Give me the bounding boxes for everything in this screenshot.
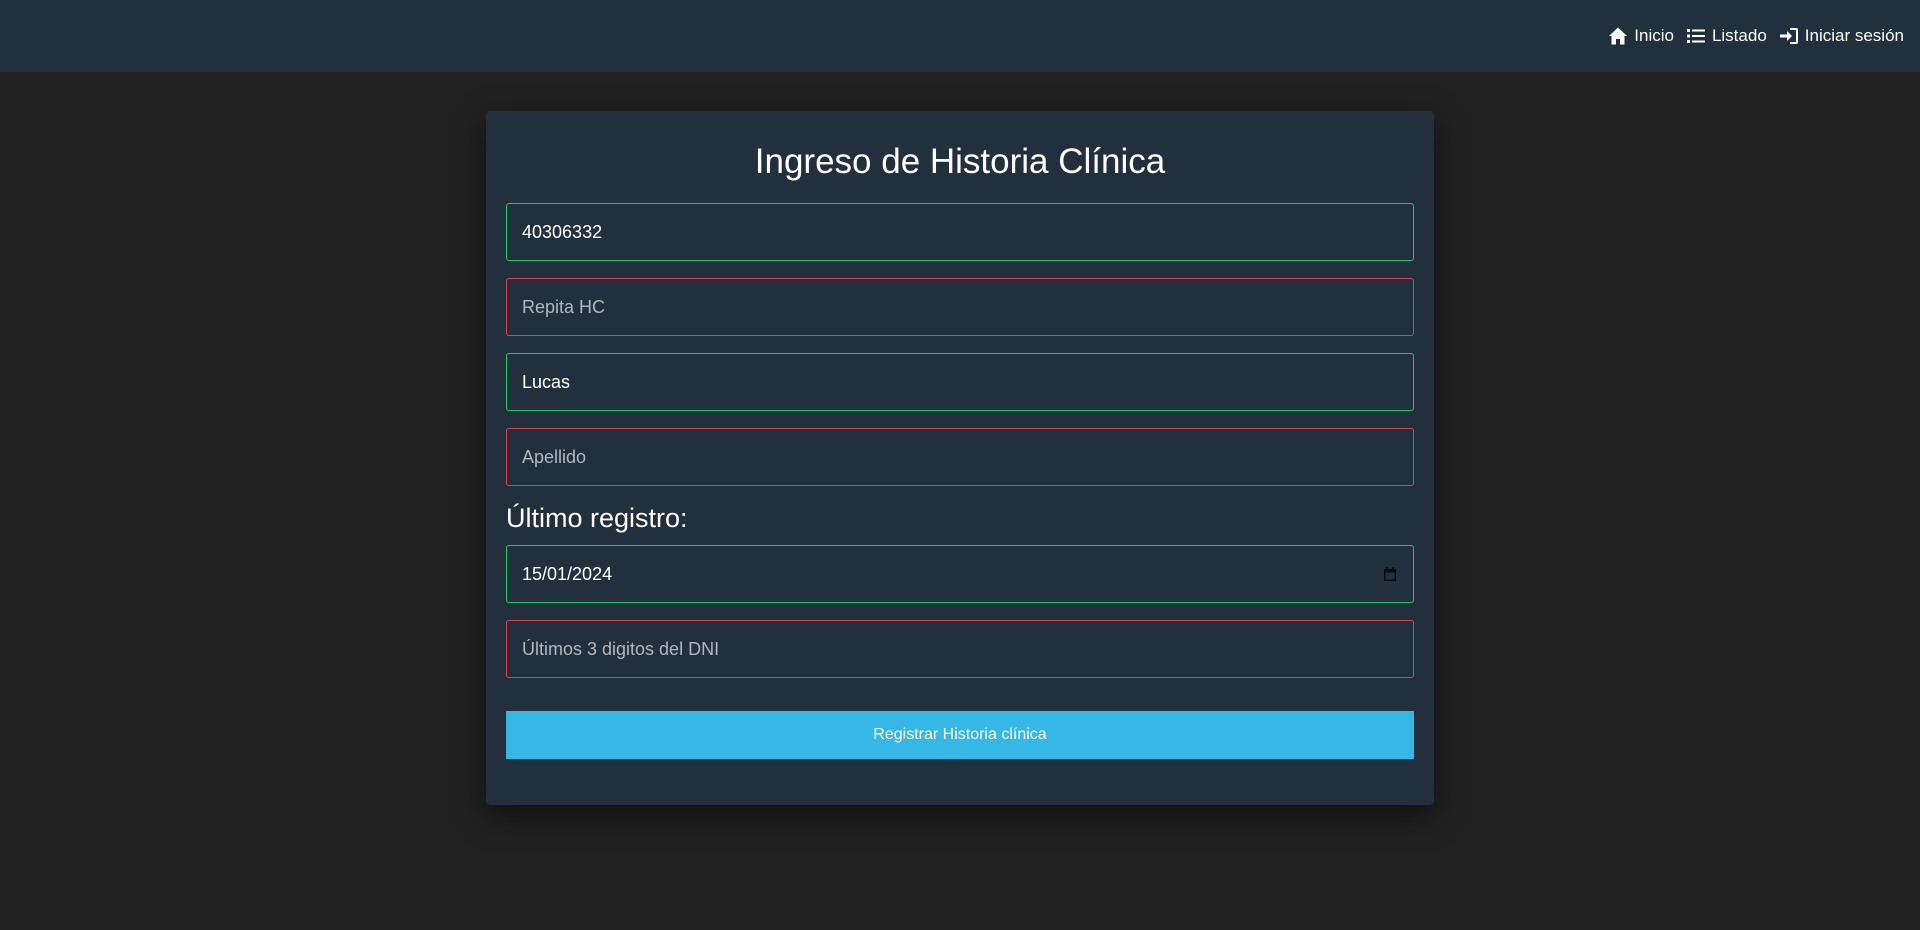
nombre-input[interactable]	[506, 353, 1414, 411]
repeat-hc-input[interactable]	[506, 278, 1414, 336]
nav-link-inicio[interactable]: Inicio	[1608, 26, 1674, 46]
nav-link-listado[interactable]: Listado	[1686, 26, 1767, 46]
date-input[interactable]: 15/01/2024	[506, 545, 1414, 603]
calendar-icon[interactable]	[1382, 566, 1398, 582]
dni-digits-input[interactable]	[506, 620, 1414, 678]
nav-link-label: Inicio	[1634, 26, 1674, 45]
sign-in-icon	[1779, 28, 1798, 44]
hc-input[interactable]	[506, 203, 1414, 261]
nav-links: Inicio Listado Iniciar sesión	[1596, 0, 1904, 72]
register-button[interactable]: Registrar Historia clínica	[506, 711, 1414, 759]
home-icon	[1609, 27, 1628, 45]
navbar: Inicio Listado Iniciar sesión	[0, 0, 1920, 72]
apellido-input[interactable]	[506, 428, 1414, 486]
nav-link-label: Iniciar sesión	[1804, 26, 1904, 45]
date-value: 15/01/2024	[522, 563, 613, 584]
nav-link-iniciar-sesion[interactable]: Iniciar sesión	[1779, 26, 1904, 46]
last-record-label: Último registro:	[506, 503, 688, 533]
nav-link-label: Listado	[1711, 26, 1767, 45]
form-title: Ingreso de Historia Clínica	[754, 142, 1166, 181]
list-icon	[1686, 29, 1705, 43]
